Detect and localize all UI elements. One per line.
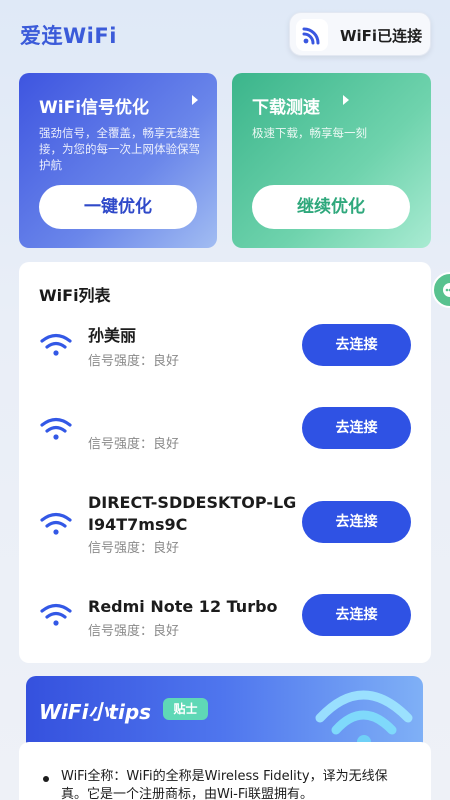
tips-body: WiFi全称：WiFi的全称是Wireless Fidelity，译为无线保真。… <box>19 742 431 800</box>
signal-strength: 信号强度：良好 <box>88 541 180 556</box>
network-ssid: 孙美丽 <box>88 326 137 345</box>
optimize-card-description: 强劲信号，全覆盖，畅享无缝连接，为您的每一次上网体验保驾护航 <box>39 126 200 172</box>
tips-text: WiFi全称：WiFi的全称是Wireless Fidelity，译为无线保真。… <box>61 769 388 800</box>
connect-button[interactable]: 去连接 <box>302 407 411 449</box>
signal-strength: 信号强度：良好 <box>88 437 180 452</box>
wifi-icon <box>40 603 72 626</box>
one-click-optimize-button[interactable]: 一键优化 <box>39 185 197 229</box>
wifi-optimize-card[interactable]: WiFi信号优化 强劲信号，全覆盖，畅享无缝连接，为您的每一次上网体验保驾护航 … <box>19 73 217 248</box>
network-ssid: DIRECT-SDDESKTOP-LGI94T7ms9C <box>88 493 297 534</box>
connect-button[interactable]: 去连接 <box>302 501 411 543</box>
wifi-list-panel: WiFi列表 孙美丽 信号强度：良好 去连接 信号强度：良好 去连接 DIREC… <box>19 262 431 663</box>
speed-card-title: 下载测速 <box>252 98 320 118</box>
wifi-illustration-icon <box>315 690 413 746</box>
tips-banner: WiFi小tips 贴士 <box>26 676 423 746</box>
wifi-status-label: WiFi已连接 <box>340 27 423 45</box>
download-speed-card[interactable]: 下载测速 极速下载，畅享每一刻 继续优化 <box>232 73 431 248</box>
chevron-right-icon <box>192 95 198 105</box>
floating-chat-icon[interactable] <box>432 272 450 308</box>
signal-strength: 信号强度：良好 <box>88 624 180 639</box>
wifi-icon <box>40 333 72 356</box>
bullet-icon <box>43 776 49 782</box>
connect-button[interactable]: 去连接 <box>302 594 411 636</box>
signal-strength: 信号强度：良好 <box>88 354 180 369</box>
header: 爱连WiFi WiFi已连接 <box>0 0 450 70</box>
wifi-signal-icon <box>296 19 328 51</box>
tips-badge: 贴士 <box>163 698 208 720</box>
continue-optimize-button[interactable]: 继续优化 <box>252 185 410 229</box>
wifi-icon <box>40 512 72 535</box>
tips-title: WiFi小tips <box>39 700 152 724</box>
connect-button[interactable]: 去连接 <box>302 324 411 366</box>
speed-card-description: 极速下载，畅享每一刻 <box>252 126 367 140</box>
app-title: 爱连WiFi <box>20 24 117 48</box>
wifi-list-title: WiFi列表 <box>39 286 111 305</box>
wifi-icon <box>40 417 72 440</box>
chevron-right-icon <box>343 95 349 105</box>
optimize-card-title: WiFi信号优化 <box>39 98 150 118</box>
network-ssid: Redmi Note 12 Turbo <box>88 597 278 616</box>
wifi-status-button[interactable]: WiFi已连接 <box>289 12 431 56</box>
